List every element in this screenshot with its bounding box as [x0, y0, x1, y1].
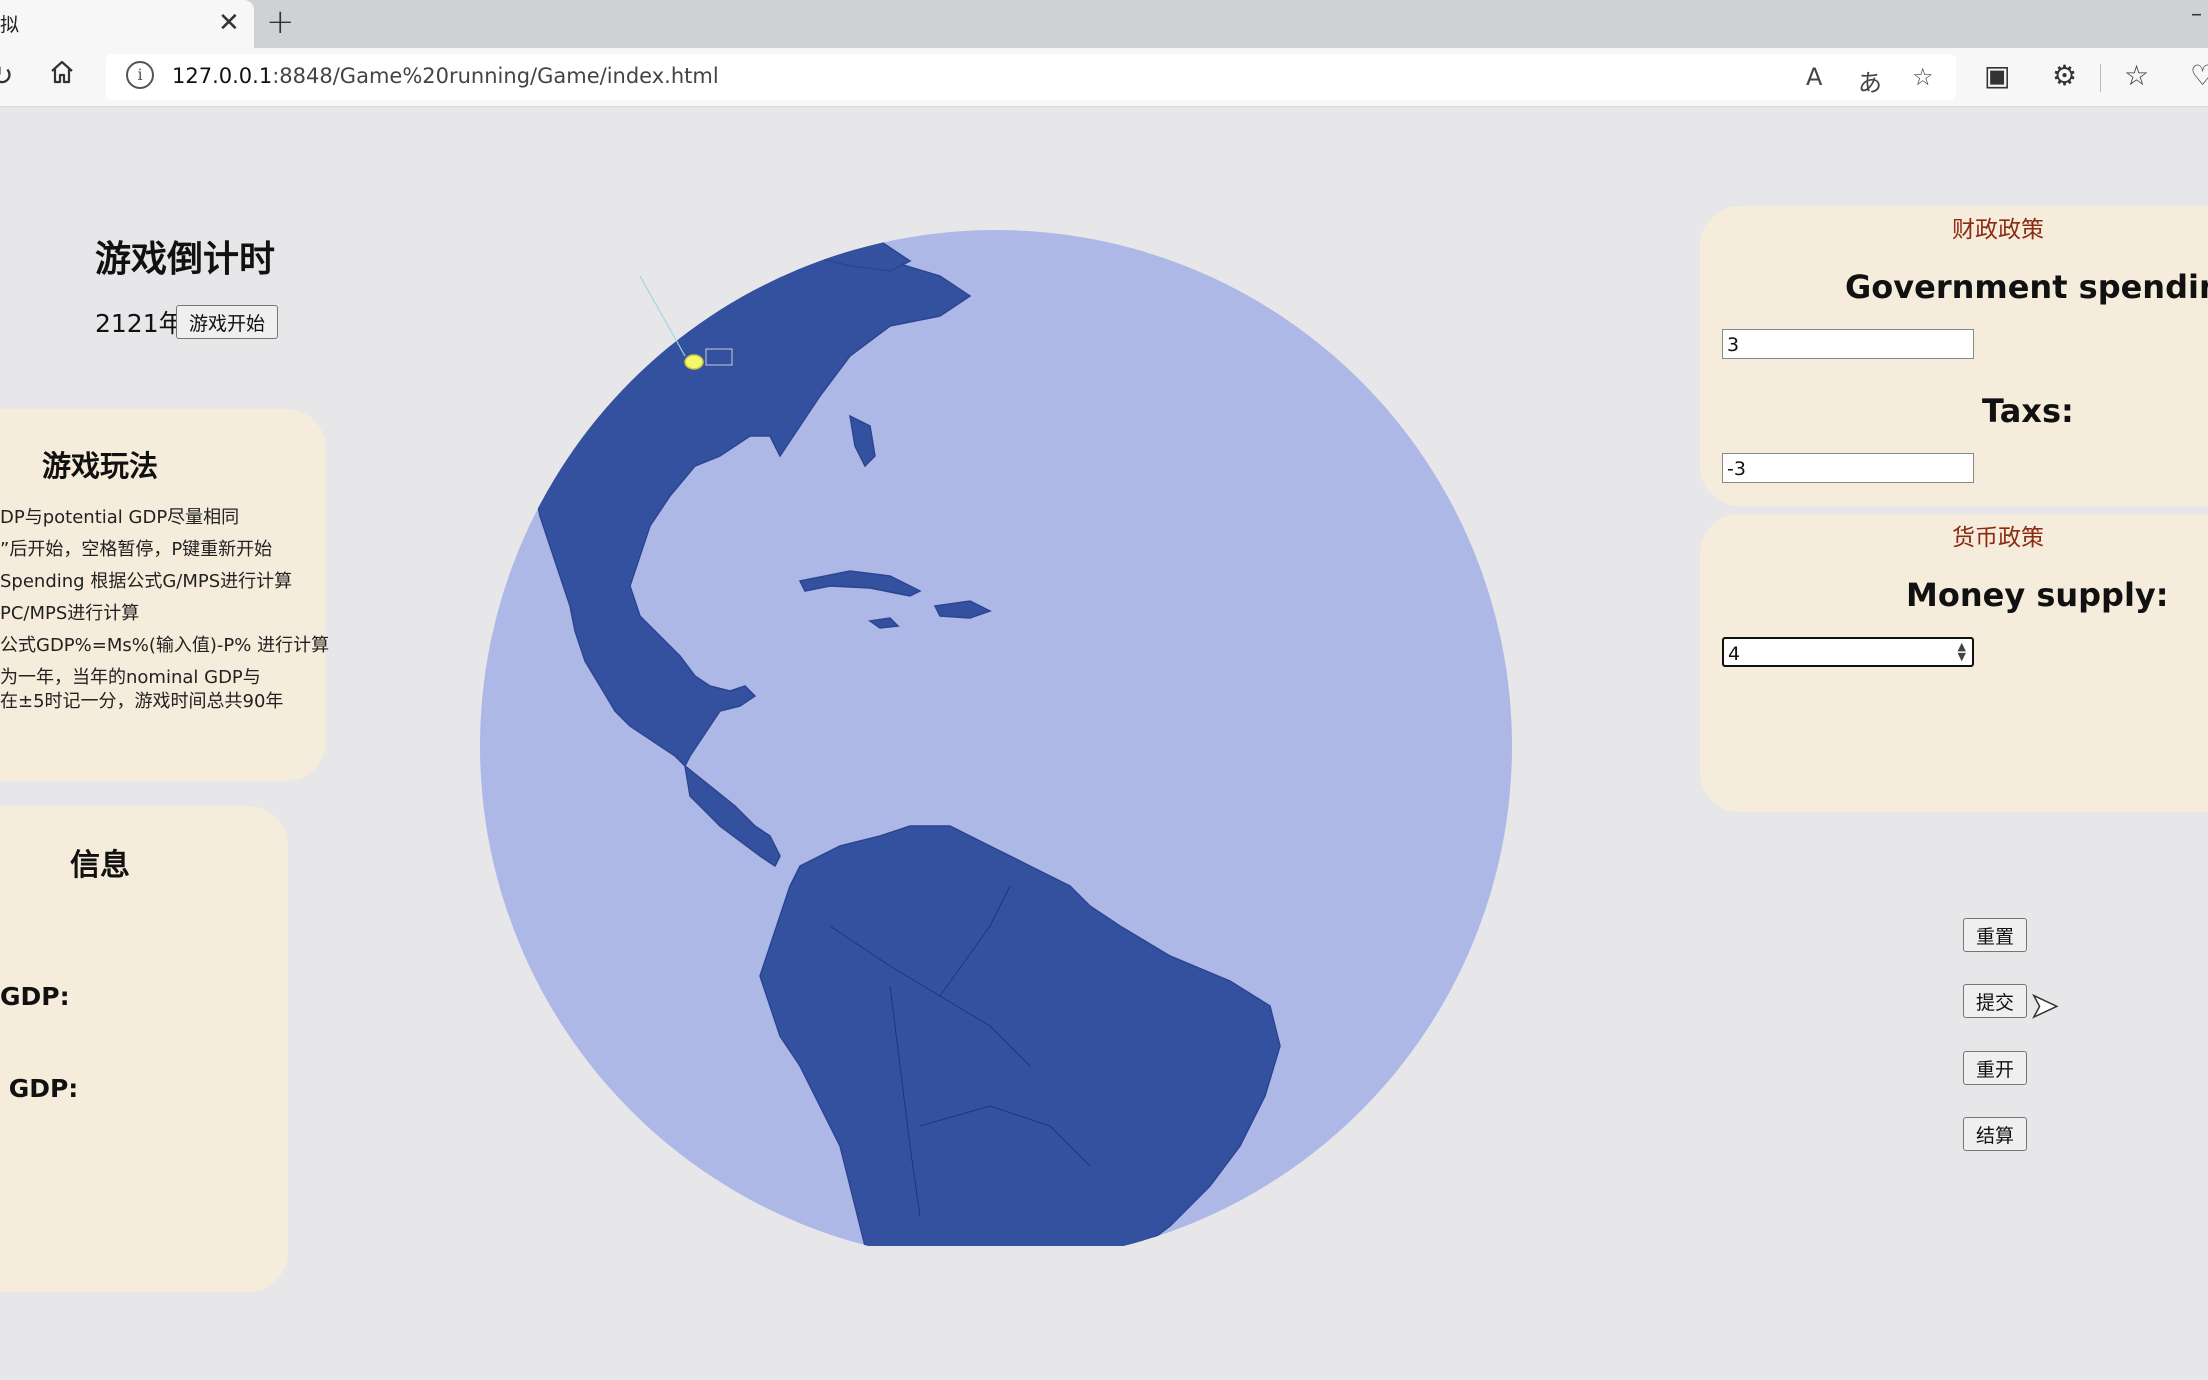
toolbar-divider: [2100, 64, 2101, 92]
address-bar[interactable]: i 127.0.0.1:8848/Game%20running/Game/ind…: [106, 54, 1956, 100]
translate-icon[interactable]: あ: [1858, 63, 1882, 98]
money-supply-label: Money supply:: [1906, 576, 2169, 614]
spinner-icon[interactable]: ▲ ▼: [1958, 641, 1966, 662]
rule-item: PC/MPS进行计算: [0, 603, 140, 624]
gameplay-title: 游戏玩法: [42, 449, 159, 483]
reset-button[interactable]: 重置: [1963, 918, 2027, 952]
gdp-label-2: GDP:: [0, 1074, 79, 1103]
favorite-add-icon[interactable]: ☆: [1912, 63, 1934, 91]
rule-item: ”后开始，空格暂停，P键重新开始: [0, 539, 273, 560]
gov-spending-label: Government spending:: [1845, 268, 2208, 306]
taxes-input[interactable]: -3: [1722, 453, 1974, 483]
minimize-icon[interactable]: –: [2191, 2, 2202, 27]
countdown-title: 游戏倒计时: [95, 239, 276, 280]
monetary-policy-panel: 货币政策 Money supply: 4 ▲ ▼: [1700, 514, 2208, 812]
year-display: 2121年: [95, 309, 184, 338]
fiscal-policy-title: 财政政策: [1952, 217, 2044, 243]
site-info-icon[interactable]: i: [126, 61, 154, 89]
rule-item: 为一年，当年的nominal GDP与: [0, 667, 261, 688]
tab-title: 拟: [0, 14, 20, 36]
tab-close-icon[interactable]: ✕: [218, 8, 240, 38]
orbit-line: [639, 275, 686, 357]
rule-item: DP与potential GDP尽量相同: [0, 507, 240, 528]
restart-button[interactable]: 重开: [1963, 1051, 2027, 1085]
rule-item: 在±5时记一分，游戏时间总共90年: [0, 691, 284, 712]
game-page: 游戏倒计时 2121年 游戏开始 游戏玩法 DP与potential GDP尽量…: [0, 106, 2208, 1380]
rule-item: Spending 根据公式G/MPS进行计算: [0, 571, 293, 592]
browser-tab[interactable]: 拟 ✕: [0, 0, 254, 48]
settle-button[interactable]: 结算: [1963, 1117, 2027, 1151]
satellite-icon[interactable]: [684, 354, 704, 370]
taxes-label: Taxs:: [1982, 392, 2074, 430]
rule-item: 公式GDP%=Ms%(输入值)-P% 进行计算: [0, 635, 330, 656]
info-title: 信息: [70, 848, 130, 883]
home-icon[interactable]: [48, 58, 76, 95]
mouse-cursor-icon: ➤: [2029, 985, 2059, 1027]
browser-essentials-icon[interactable]: ♡: [2190, 58, 2208, 94]
info-panel: 信息 GDP: GDP:: [0, 806, 288, 1292]
fiscal-policy-panel: 财政政策 Government spending: 3 Taxs: -3: [1700, 206, 2208, 506]
extensions-icon[interactable]: ⚙: [2052, 58, 2077, 94]
gdp-label: GDP:: [0, 982, 70, 1011]
tab-strip: 拟 ✕ + –: [0, 0, 2208, 48]
globe-map[interactable]: [470, 166, 1550, 1246]
browser-toolbar: ↻ i 127.0.0.1:8848/Game%20running/Game/i…: [0, 48, 2208, 107]
refresh-icon[interactable]: ↻: [0, 58, 13, 94]
gameplay-panel: 游戏玩法 DP与potential GDP尽量相同 ”后开始，空格暂停，P键重新…: [0, 409, 330, 781]
submit-button[interactable]: 提交: [1963, 984, 2027, 1018]
money-supply-input[interactable]: 4 ▲ ▼: [1722, 637, 1974, 667]
start-game-button[interactable]: 游戏开始: [176, 305, 278, 339]
gov-spending-input[interactable]: 3: [1722, 329, 1974, 359]
arctic-land: [708, 230, 912, 272]
favorites-icon[interactable]: ☆: [2124, 58, 2149, 94]
new-tab-icon[interactable]: +: [266, 2, 295, 42]
read-aloud-icon[interactable]: A: [1806, 63, 1822, 91]
monetary-policy-title: 货币政策: [1952, 525, 2044, 551]
url-text[interactable]: 127.0.0.1:8848/Game%20running/Game/index…: [172, 64, 719, 88]
collections-icon[interactable]: ▣: [1984, 58, 2010, 94]
